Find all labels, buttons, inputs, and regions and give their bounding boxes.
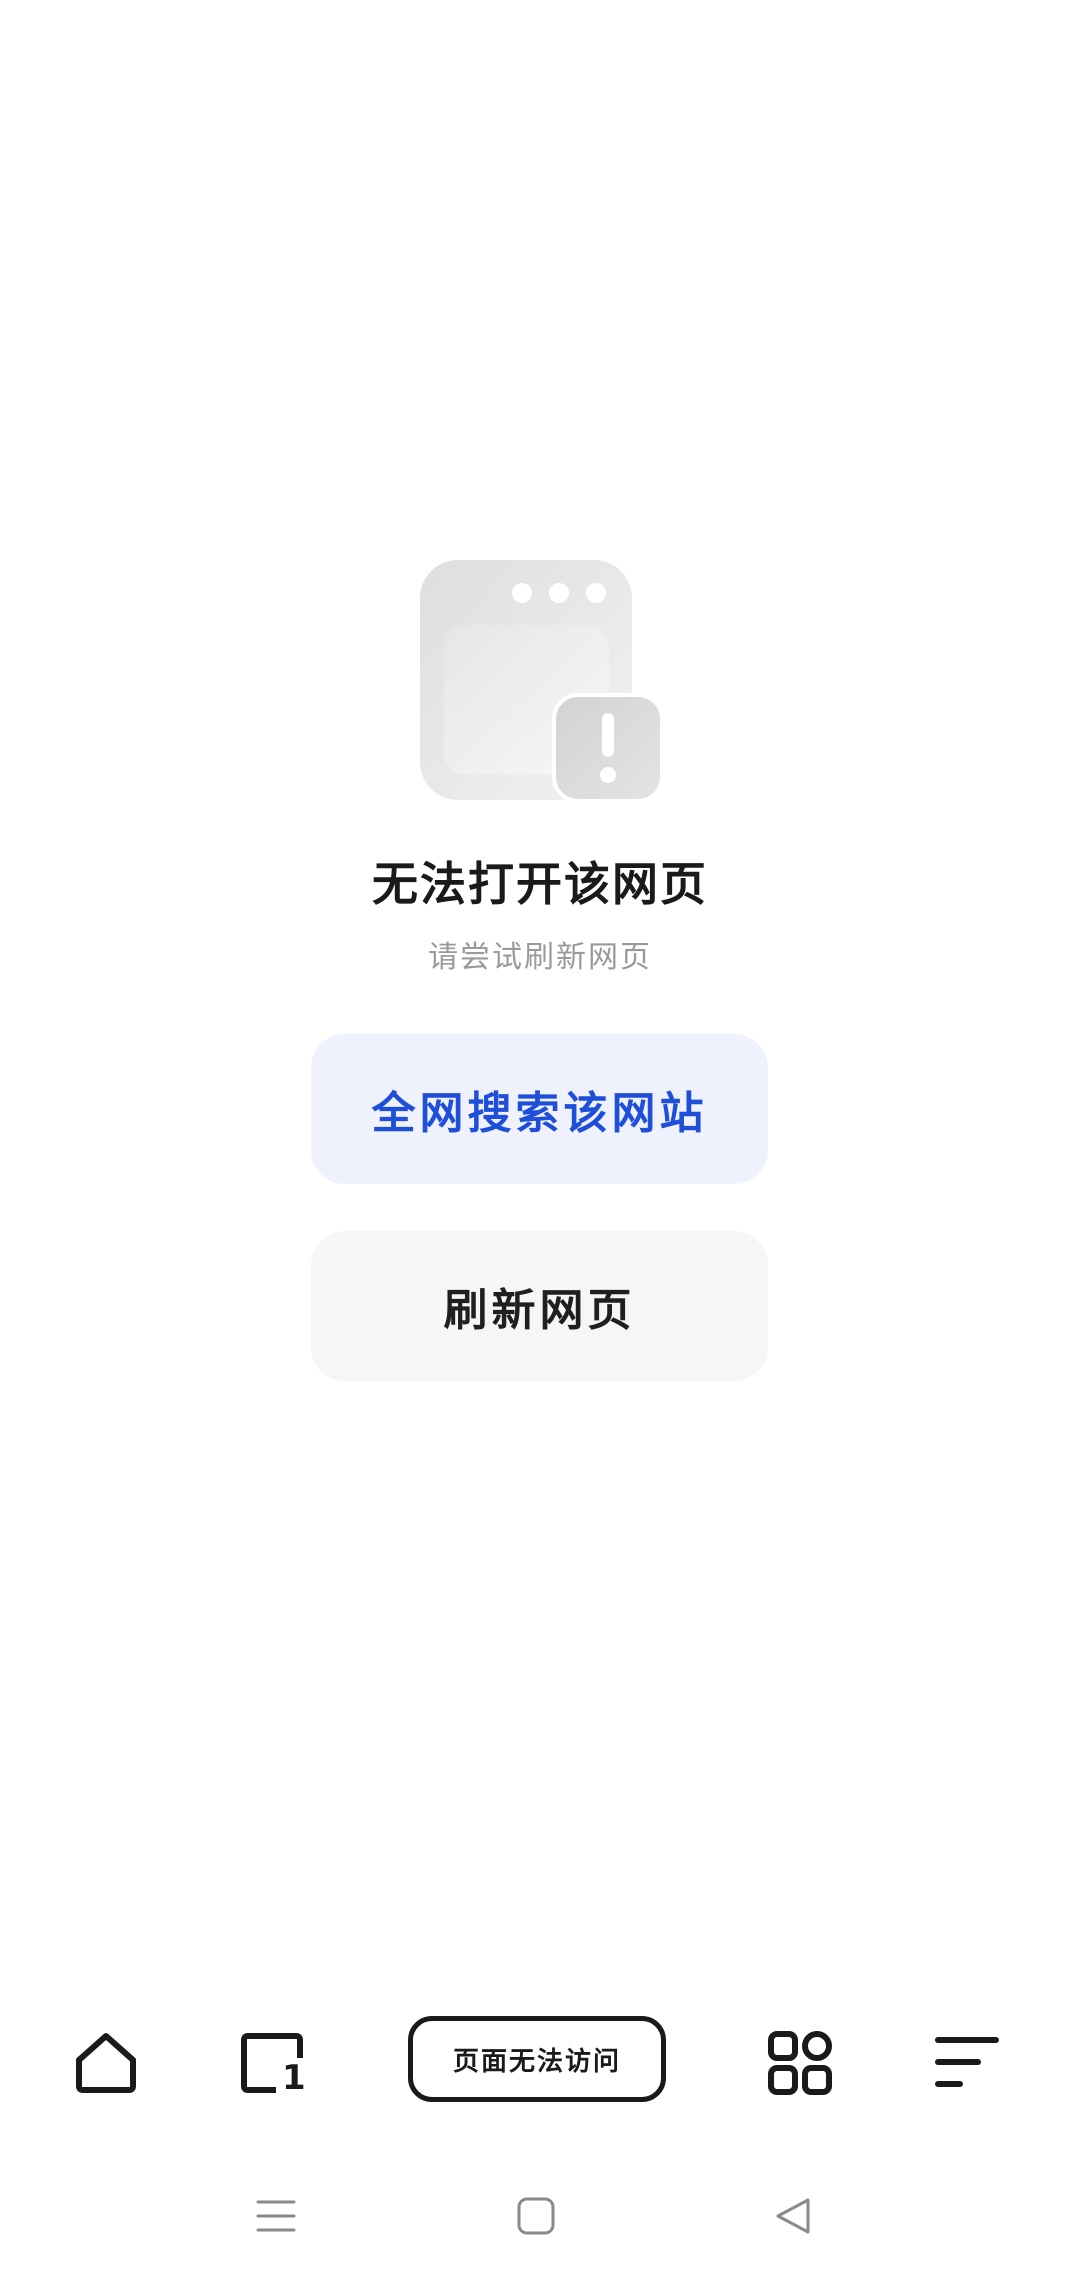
home-icon[interactable] [71, 2028, 141, 2098]
search-website-button[interactable]: 全网搜索该网站 [311, 1034, 768, 1184]
back-icon[interactable] [770, 2192, 818, 2240]
tab-count: 1 [282, 2058, 306, 2098]
page-error-illustration [420, 560, 663, 803]
tabs-button[interactable]: 1 [238, 2028, 308, 2098]
menu-icon[interactable] [932, 2028, 1002, 2098]
home-nav-icon[interactable] [512, 2192, 560, 2240]
error-title: 无法打开该网页 [372, 857, 708, 911]
error-subtitle: 请尝试刷新网页 [428, 940, 652, 975]
system-nav-bar [0, 2176, 1080, 2256]
recents-icon[interactable] [252, 2192, 300, 2240]
browser-toolbar: 1 页面无法访问 [0, 2000, 1080, 2120]
refresh-page-button[interactable]: 刷新网页 [311, 1231, 768, 1381]
address-bar[interactable]: 页面无法访问 [408, 2016, 666, 2102]
browser-screen: 无法打开该网页 请尝试刷新网页 全网搜索该网站 刷新网页 1 页面无法访问 [0, 0, 1080, 2282]
apps-icon[interactable] [765, 2028, 835, 2098]
